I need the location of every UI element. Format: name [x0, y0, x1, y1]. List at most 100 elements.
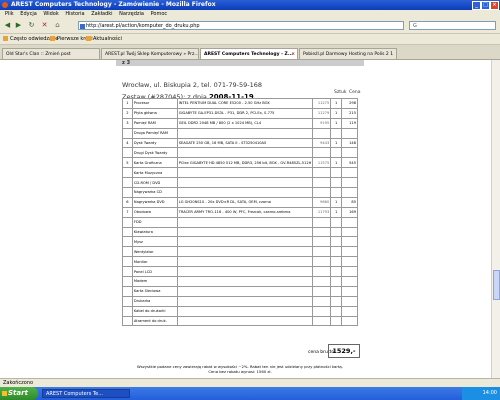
- cell-desc: INTEL PENTIUM DUAL CORE E5200 - 2.50 GHz…: [176, 98, 314, 109]
- menu-help[interactable]: Pomoc: [151, 11, 168, 17]
- cell-code: [312, 167, 332, 179]
- cell-cat: Płyta główna: [131, 107, 178, 119]
- minimize-button[interactable]: _: [472, 1, 481, 10]
- cell-price: [341, 246, 358, 258]
- cell-price: [341, 285, 358, 297]
- cell-num: 5: [122, 157, 133, 169]
- forward-arrow-icon[interactable]: ▶: [14, 21, 23, 30]
- menu-view[interactable]: Widok: [43, 11, 58, 17]
- cell-cat: Mysz: [131, 236, 178, 248]
- table-row: Panel LCD: [122, 266, 358, 278]
- cell-cat: Modem: [131, 276, 178, 287]
- table-row: 1 Procesor INTEL PENTIUM DUAL CORE E5200 -…: [122, 98, 358, 109]
- table-row: Karta Sieciowa: [122, 285, 358, 297]
- footer-note: Wszystkie podane ceny zawierają rabat w …: [137, 364, 343, 374]
- cell-cat: CD-ROM / DVD: [131, 177, 178, 189]
- back-arrow-icon[interactable]: ◀: [3, 21, 12, 30]
- stop-icon[interactable]: ✕: [40, 21, 49, 30]
- cell-qty: [330, 305, 343, 317]
- cell-num: [122, 187, 133, 198]
- menu-bar: Plik Edycja Widok Historia Zakładki Narz…: [0, 10, 500, 19]
- tab-2[interactable]: AREST.pl Twój Sklep Komputerowy » Prz...: [101, 48, 199, 59]
- cell-price: [341, 177, 358, 189]
- table-row: 5 Karta Graficzna PCIex GIGABYTE HD 4850 5…: [122, 157, 358, 169]
- cell-desc: [176, 285, 314, 297]
- items-table: 1 Procesor INTEL PENTIUM DUAL CORE E5200 -…: [122, 98, 358, 327]
- cell-desc: GIGABYTE GA-EP31-DS3L - P31, DDR 2, PCI-…: [176, 107, 314, 119]
- cell-code: [312, 256, 332, 268]
- start-button[interactable]: Start: [0, 387, 38, 400]
- cell-cat: Wentylator: [131, 246, 178, 258]
- reload-icon[interactable]: ↻: [27, 21, 36, 30]
- tab-3[interactable]: AREST Computers Technology - Z... ×: [200, 48, 298, 59]
- table-row: 7 Obudowa TRACER ARMY TRO-116 - 400 W, PFC…: [122, 206, 358, 218]
- cell-cat: Pamięć RAM: [131, 117, 178, 129]
- cell-num: [122, 216, 133, 228]
- cell-price: [341, 226, 358, 238]
- cell-cat: Monitor: [131, 256, 178, 268]
- menu-tools[interactable]: Narzędzia: [119, 11, 144, 17]
- cell-desc: [176, 236, 314, 248]
- taskbar-item-firefox[interactable]: AREST Computers Te...: [42, 389, 130, 398]
- menu-file[interactable]: Plik: [5, 11, 14, 17]
- bookmark-item[interactable]: Aktualności: [86, 34, 122, 44]
- tab-1[interactable]: Old Star's Clan :: Zmień post: [2, 48, 100, 59]
- cell-qty: [330, 147, 343, 159]
- cell-qty: [330, 285, 343, 297]
- cell-cat: Panel LCD: [131, 266, 178, 278]
- cell-cat: Nagrywarka DVD: [131, 196, 178, 208]
- cell-cat: Drugi Dysk Twardy: [131, 147, 178, 159]
- cell-price: [341, 147, 358, 159]
- table-row: Klawiatura: [122, 226, 358, 238]
- shop-address: Wrocław, ul. Biskupia 2, tel. 071-79-59-…: [122, 81, 263, 89]
- price-header: Cena: [349, 90, 361, 95]
- maximize-button[interactable]: □: [481, 1, 490, 10]
- cell-qty: [330, 266, 343, 278]
- cell-code: 9660: [312, 196, 332, 208]
- order-page: z 3 Wrocław, ul. Biskupia 2, tel. 071-79…: [116, 60, 364, 378]
- close-button[interactable]: ×: [490, 1, 499, 10]
- qty-header: Sztuk: [334, 90, 347, 95]
- vertical-scrollbar[interactable]: [491, 60, 500, 378]
- table-row: Atrament do druk.: [122, 315, 358, 327]
- cell-price: 119: [341, 117, 358, 129]
- cell-code: [312, 216, 332, 228]
- cell-cat: Karta Sieciowa: [131, 285, 178, 297]
- cell-qty: 1: [330, 137, 343, 149]
- cell-num: 6: [122, 196, 133, 208]
- home-icon[interactable]: ⌂: [53, 21, 62, 30]
- cell-code: 11793: [312, 206, 332, 218]
- cell-code: [312, 187, 332, 198]
- cell-cat: Dysk Twardy: [131, 137, 178, 149]
- menu-history[interactable]: Historia: [65, 11, 84, 17]
- cell-cat: Procesor: [131, 98, 178, 109]
- cell-desc: [176, 167, 314, 179]
- rss-icon: [86, 36, 91, 41]
- close-tab-icon[interactable]: ×: [291, 49, 295, 59]
- cell-num: [122, 285, 133, 297]
- table-row: Karta Muzyczna: [122, 167, 358, 179]
- cell-num: [122, 226, 133, 238]
- table-row: Druga Pamięć RAM: [122, 127, 358, 139]
- windows-logo-icon: [2, 391, 7, 396]
- cell-code: [312, 246, 332, 258]
- cell-desc: [176, 246, 314, 258]
- cell-price: [341, 266, 358, 278]
- scroll-thumb[interactable]: [493, 270, 500, 300]
- cell-num: [122, 167, 133, 179]
- url-input[interactable]: http://arest.pl/action/komputer_do_druku…: [78, 21, 404, 30]
- menu-bookmarks[interactable]: Zakładki: [91, 11, 112, 17]
- menu-edit[interactable]: Edycja: [20, 11, 37, 17]
- table-row: 2 Płyta główna GIGABYTE GA-EP31-DS3L - P31…: [122, 107, 358, 119]
- search-input[interactable]: G: [409, 21, 496, 30]
- cell-price: [341, 256, 358, 268]
- cell-price: 148: [341, 137, 358, 149]
- cell-desc: [176, 295, 314, 307]
- table-row: CD-ROM / DVD: [122, 177, 358, 189]
- cell-num: 3: [122, 117, 133, 129]
- cell-code: 9195: [312, 117, 332, 129]
- cell-qty: 1: [330, 196, 343, 208]
- bookmark-icon: [50, 36, 55, 41]
- cell-num: [122, 147, 133, 159]
- tab-4[interactable]: Pobieżl.pl Darmowy Hosting na Polis 2 1: [299, 48, 397, 59]
